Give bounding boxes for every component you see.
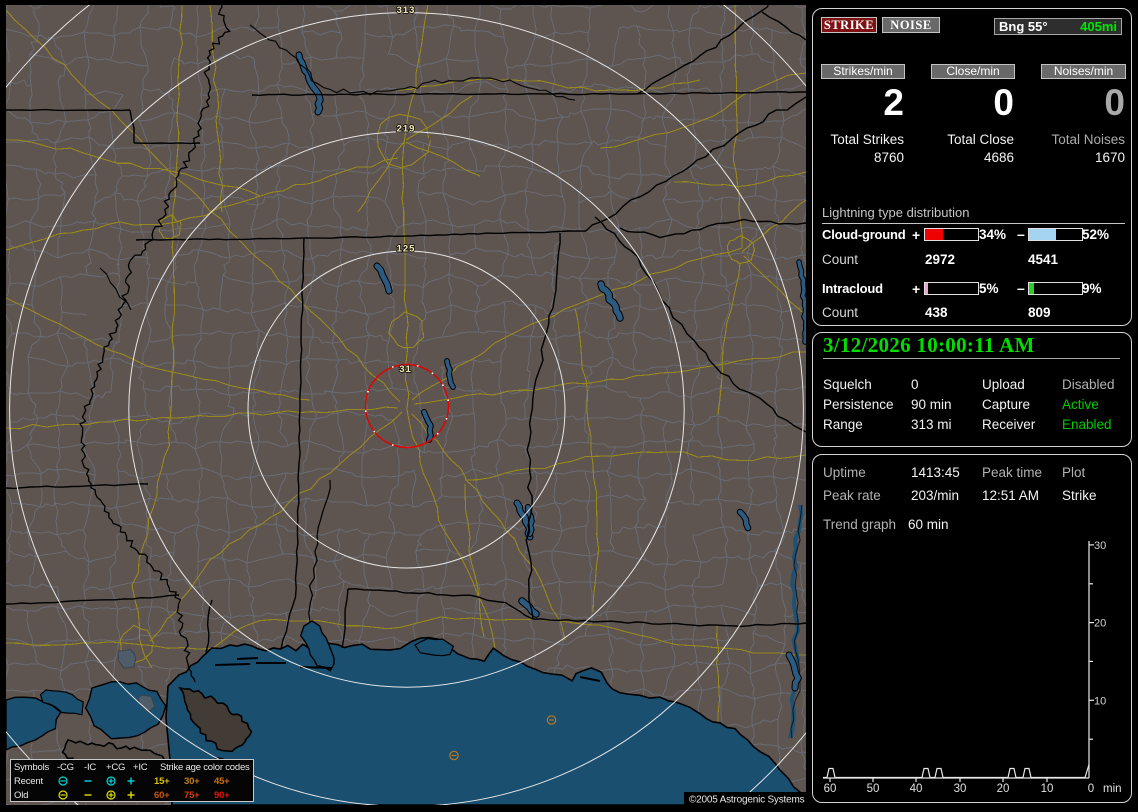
svg-text:20: 20 (1094, 618, 1106, 630)
svg-text:0: 0 (1088, 783, 1094, 795)
svg-text:Recent: Recent (14, 776, 43, 787)
svg-text:45+: 45+ (214, 776, 230, 787)
svg-text:60: 60 (824, 783, 837, 795)
svg-text:10: 10 (1094, 695, 1106, 707)
svg-text:40: 40 (910, 783, 923, 795)
svg-text:-IC: -IC (84, 762, 96, 773)
svg-text:+IC: +IC (133, 762, 148, 773)
svg-text:©2005 Astrogenic Systems: ©2005 Astrogenic Systems (689, 795, 805, 806)
svg-text:30: 30 (1094, 540, 1106, 552)
svg-text:20: 20 (997, 783, 1010, 795)
svg-text:219: 219 (397, 124, 416, 135)
svg-text:60+: 60+ (154, 790, 170, 801)
svg-text:Symbols: Symbols (14, 762, 49, 773)
svg-text:min: min (1103, 783, 1122, 795)
svg-text:125: 125 (397, 244, 416, 255)
svg-text:Old: Old (14, 790, 28, 801)
svg-text:50: 50 (867, 783, 880, 795)
svg-text:90+: 90+ (214, 790, 230, 801)
svg-text:30: 30 (954, 783, 967, 795)
svg-text:30+: 30+ (184, 776, 200, 787)
svg-text:31: 31 (399, 364, 412, 375)
svg-text:10: 10 (1041, 783, 1054, 795)
svg-text:-CG: -CG (57, 762, 74, 773)
svg-text:+CG: +CG (106, 762, 125, 773)
svg-text:75+: 75+ (184, 790, 200, 801)
svg-text:313: 313 (397, 5, 416, 16)
svg-text:Strike age color codes: Strike age color codes (160, 762, 250, 773)
svg-text:15+: 15+ (154, 776, 170, 787)
